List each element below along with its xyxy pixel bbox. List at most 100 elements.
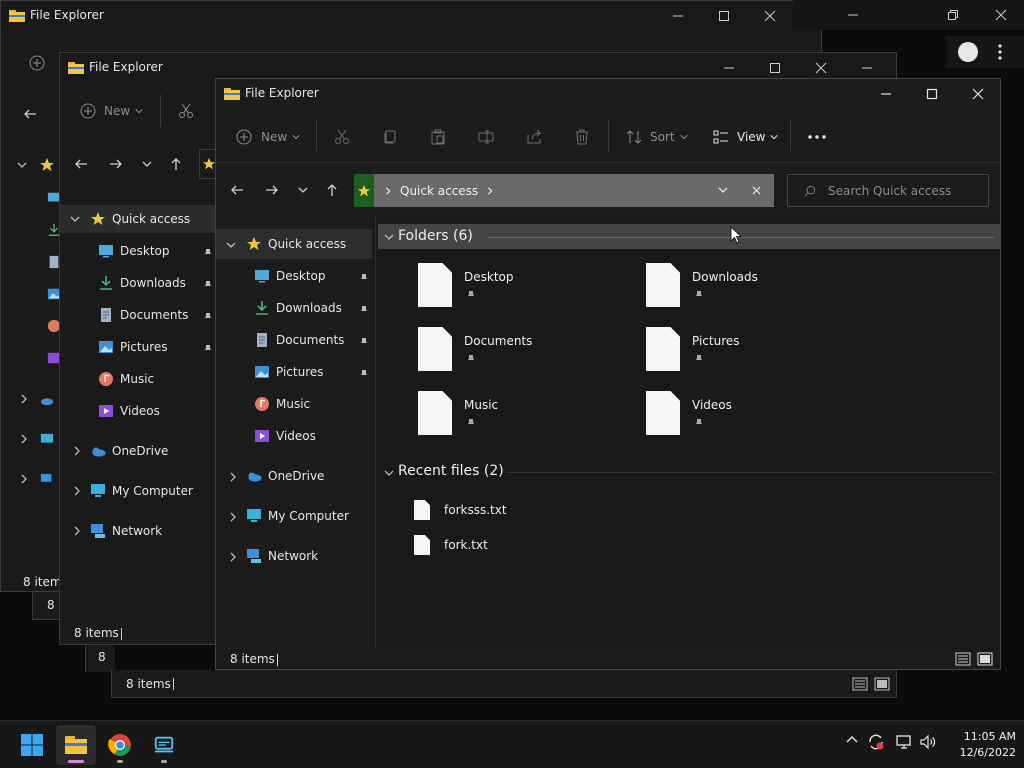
- chevron-right-icon[interactable]: [19, 433, 29, 447]
- cut-button[interactable]: [178, 95, 194, 127]
- sidebar-item-desktop[interactable]: Desktop: [254, 261, 326, 291]
- sidebar-item-desktop[interactable]: Desktop: [98, 236, 170, 266]
- share-button[interactable]: [526, 121, 542, 153]
- chevron-right-icon[interactable]: [486, 186, 494, 195]
- sidebar-item-music[interactable]: Music: [98, 364, 154, 394]
- sidebar-item-downloads[interactable]: Downloads: [98, 268, 186, 298]
- sidebar-item-videos[interactable]: Videos: [98, 396, 160, 426]
- folders-group-header[interactable]: Folders (6): [378, 224, 1000, 249]
- pin-icon[interactable]: [359, 336, 369, 346]
- forward-button[interactable]: [259, 177, 285, 203]
- sidebar-item-network[interactable]: Network: [90, 516, 162, 546]
- taskbar-file-explorer[interactable]: [56, 725, 96, 765]
- folder-tile-music[interactable]: Music: [418, 391, 638, 443]
- chevron-right-icon[interactable]: [228, 511, 238, 525]
- sidebar-item-my-computer[interactable]: My Computer: [246, 501, 349, 531]
- up-button[interactable]: [163, 151, 189, 177]
- recent-files-group-header[interactable]: Recent files (2): [378, 460, 1000, 484]
- details-view-icon[interactable]: [955, 651, 971, 669]
- close-button[interactable]: [978, 0, 1024, 30]
- tiles-view-icon[interactable]: [977, 651, 993, 669]
- chevron-down-icon[interactable]: [226, 239, 236, 253]
- system-clock[interactable]: 11:05 AM 12/6/2022: [960, 729, 1016, 761]
- sidebar-item-videos[interactable]: Videos: [254, 421, 316, 451]
- tiles-view-icon[interactable]: [874, 676, 890, 695]
- view-button[interactable]: View: [713, 121, 779, 153]
- back-button[interactable]: [224, 177, 250, 203]
- address-bar[interactable]: Quick access: [354, 174, 774, 207]
- sidebar-item-pictures[interactable]: Pictures: [98, 332, 168, 362]
- minimize-button[interactable]: [830, 0, 876, 30]
- folder-tile-desktop[interactable]: Desktop: [418, 263, 638, 315]
- chevron-down-icon[interactable]: [70, 213, 80, 227]
- address-history-chevron-icon[interactable]: [718, 185, 728, 195]
- cut-button[interactable]: [334, 121, 350, 153]
- new-button[interactable]: New: [80, 95, 143, 127]
- maximize-button[interactable]: [909, 79, 955, 109]
- folder-tile-downloads[interactable]: Downloads: [646, 263, 866, 315]
- sidebar-item-my-computer[interactable]: My Computer: [90, 476, 193, 506]
- search-input[interactable]: Search Quick access: [787, 174, 989, 207]
- folder-tile-videos[interactable]: Videos: [646, 391, 866, 443]
- new-button[interactable]: New: [236, 121, 300, 153]
- pin-icon[interactable]: [359, 368, 369, 378]
- chevron-right-icon[interactable]: [72, 525, 82, 539]
- back-button[interactable]: [68, 151, 94, 177]
- sidebar-item-quick-access[interactable]: Quick access: [90, 204, 190, 234]
- forward-button[interactable]: [103, 151, 129, 177]
- rename-button[interactable]: [478, 121, 494, 153]
- chevron-right-icon[interactable]: [19, 393, 29, 407]
- up-button[interactable]: [319, 177, 345, 203]
- more-options-button[interactable]: [808, 121, 826, 153]
- sidebar-item-downloads[interactable]: Downloads: [254, 293, 342, 323]
- clear-address-icon[interactable]: [752, 186, 761, 195]
- new-button[interactable]: [29, 47, 45, 79]
- recent-locations-button[interactable]: [134, 151, 160, 177]
- restore-button[interactable]: [930, 0, 976, 30]
- sidebar-item-documents[interactable]: Documents: [98, 300, 188, 330]
- sidebar-item-pictures[interactable]: Pictures: [254, 357, 324, 387]
- details-view-icon[interactable]: [852, 676, 868, 695]
- maximize-button[interactable]: [701, 1, 747, 31]
- taskbar-chrome[interactable]: [100, 725, 140, 765]
- pictures-icon: [98, 339, 114, 355]
- chevron-right-icon[interactable]: [72, 485, 82, 499]
- back-button[interactable]: [17, 101, 43, 127]
- pin-icon[interactable]: [359, 304, 369, 314]
- breadcrumb-quick-access[interactable]: Quick access: [400, 184, 478, 198]
- chevron-down-icon[interactable]: [17, 159, 27, 173]
- recent-file-row[interactable]: forksss.txt: [414, 497, 507, 523]
- sync-icon[interactable]: [867, 733, 885, 754]
- minimize-button[interactable]: [655, 1, 701, 31]
- sidebar-item-onedrive[interactable]: OneDrive: [246, 461, 324, 491]
- minimize-button[interactable]: [863, 79, 909, 109]
- sidebar-item-documents[interactable]: Documents: [254, 325, 344, 355]
- recent-locations-button[interactable]: [290, 177, 316, 203]
- show-hidden-icons-button[interactable]: [845, 733, 859, 750]
- more-vertical-icon[interactable]: [998, 44, 1002, 63]
- volume-icon[interactable]: [919, 733, 937, 754]
- avatar[interactable]: [958, 42, 978, 62]
- delete-button[interactable]: [574, 121, 590, 153]
- pin-icon[interactable]: [359, 272, 369, 282]
- recent-file-row[interactable]: fork.txt: [414, 532, 488, 558]
- paste-button[interactable]: [430, 121, 446, 153]
- sidebar-item-onedrive[interactable]: OneDrive: [90, 436, 168, 466]
- folder-tile-documents[interactable]: Documents: [418, 327, 638, 379]
- copy-button[interactable]: [382, 121, 398, 153]
- chevron-right-icon[interactable]: [72, 445, 82, 459]
- start-button[interactable]: [12, 725, 52, 765]
- folder-tile-pictures[interactable]: Pictures: [646, 327, 866, 379]
- chevron-right-icon[interactable]: [228, 551, 238, 565]
- chevron-right-icon[interactable]: [384, 186, 392, 195]
- chevron-right-icon[interactable]: [228, 471, 238, 485]
- sidebar-item-quick-access[interactable]: Quick access: [246, 229, 346, 259]
- close-button[interactable]: [747, 1, 793, 31]
- sidebar-item-network[interactable]: Network: [246, 541, 318, 571]
- network-status-icon[interactable]: [895, 733, 913, 754]
- chevron-right-icon[interactable]: [19, 473, 29, 487]
- sidebar-item-music[interactable]: Music: [254, 389, 310, 419]
- taskbar-app[interactable]: [144, 725, 184, 765]
- sort-button[interactable]: Sort: [626, 121, 688, 153]
- close-button[interactable]: [955, 79, 1000, 109]
